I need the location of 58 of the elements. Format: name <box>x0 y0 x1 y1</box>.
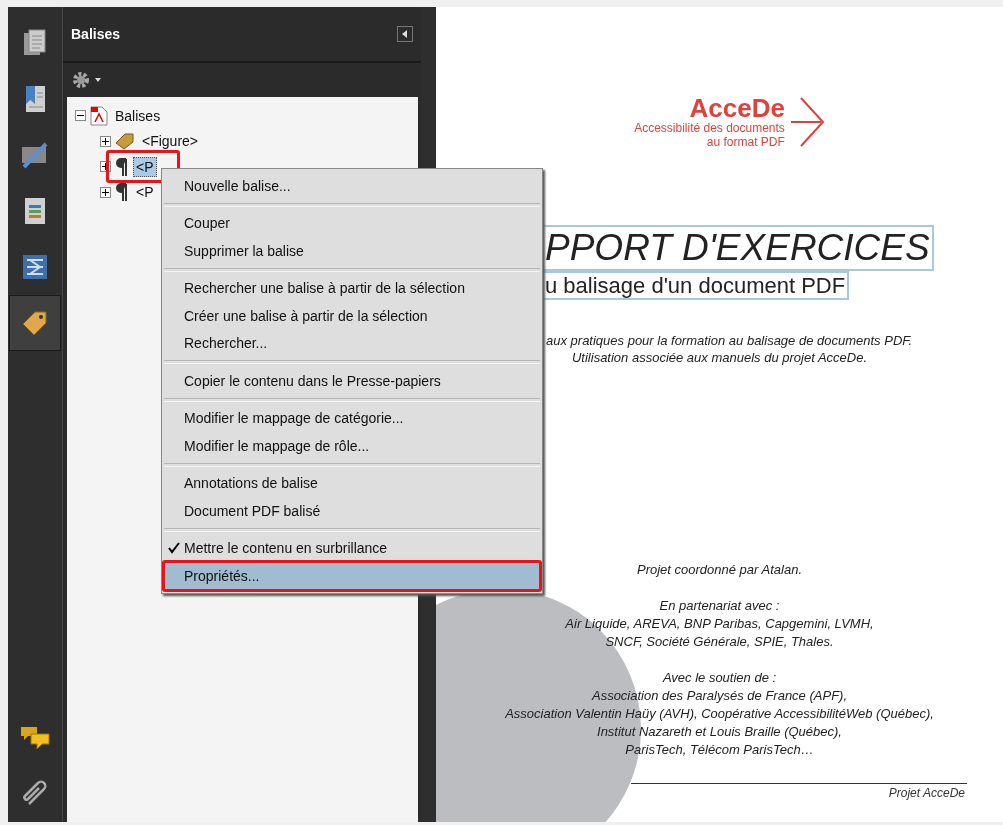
sidebar-tab[interactable] <box>9 295 61 351</box>
menu-item[interactable]: Modifier le mappage de rôle... <box>164 432 540 460</box>
expand-toggle[interactable] <box>100 161 111 173</box>
menu-item[interactable]: Supprimer la balise <box>164 237 540 265</box>
expand-toggle[interactable] <box>100 186 111 198</box>
pen-icon <box>20 141 50 169</box>
tag-icon <box>115 132 135 151</box>
menu-item[interactable]: Rechercher une balise à partir de la sélection <box>164 274 540 302</box>
tree-node-label[interactable]: <Figure> <box>139 131 202 152</box>
collapse-button[interactable] <box>397 26 413 42</box>
tree-node-label[interactable]: <P <box>133 182 157 203</box>
document-icon <box>23 197 47 225</box>
pilcrow-icon <box>115 156 129 177</box>
tree-node-label[interactable]: <P <box>133 156 157 177</box>
caret-icon <box>95 78 101 82</box>
expand-toggle[interactable] <box>75 110 86 122</box>
menu-item[interactable]: Modifier le mappage de catégorie... <box>164 404 540 432</box>
credit-line: Air Liquide, AREVA, BNP Paribas, Capgemini, LVMH, <box>565 615 874 633</box>
menu-item[interactable]: Mettre le contenu en surbrillance <box>164 534 540 562</box>
menu-item[interactable]: Rechercher... <box>164 329 540 357</box>
credit-line: Institut Nazareth et Louis Braille (Québec), <box>597 723 842 741</box>
menu-item[interactable]: Copier le contenu dans le Presse-papiers <box>164 367 540 395</box>
document-subtitle: u balisage d'un document PDF <box>541 271 850 300</box>
expand-toggle[interactable] <box>100 135 111 147</box>
logo-tagline: Accessibilité des documents <box>634 121 785 135</box>
triangle-icon <box>402 30 408 38</box>
menu-item[interactable]: Couper <box>164 209 540 237</box>
tree-node-label[interactable]: Balises <box>112 105 164 126</box>
credit-line: Avec le soutien de : <box>662 669 777 687</box>
options-button[interactable] <box>71 70 101 90</box>
credit-line: En partenariat avec : <box>659 597 780 615</box>
panel-title: Balises <box>71 26 121 42</box>
credit-line: Projet coordonné par Atalan. <box>637 561 802 579</box>
menu-item[interactable]: Nouvelle balise... <box>164 172 540 200</box>
credit-line: Association des Paralysés de France (APF), <box>591 687 848 705</box>
logo-name: AcceDe <box>689 95 785 121</box>
intro-line: Utilisation associée aux manuels du projet AcceDe. <box>571 349 868 366</box>
credit-line: SNCF, Société Générale, SPIE, Thales. <box>605 633 834 651</box>
menu-item[interactable]: Propriétés... <box>164 562 540 590</box>
plus-icon <box>102 137 109 145</box>
menu-item[interactable]: Annotations de balise <box>164 469 540 497</box>
plus-icon <box>102 163 109 171</box>
intro-line: aux pratiques pour la formation au balisage de documents PDF. <box>546 332 913 349</box>
document-title: PPORT D'EXERCICES <box>541 225 934 271</box>
bookmark-page-icon <box>23 85 47 113</box>
footer-text: Projet AcceDe <box>888 786 965 800</box>
logo-tagline: au format PDF <box>706 135 785 149</box>
menu-item[interactable]: Document PDF balisé <box>164 497 540 525</box>
credit-line: Association Valentin Haüy (AVH), Coopérative AccessibilitéWeb (Québec), <box>505 705 934 723</box>
pdf-file-icon <box>90 105 108 126</box>
plus-icon <box>102 188 109 196</box>
speech-bubbles-icon <box>20 726 50 750</box>
tag-icon <box>21 310 49 336</box>
menu-item[interactable]: Créer une balise à partir de la sélection <box>164 302 540 330</box>
pages-icon <box>23 29 47 57</box>
arrow-icon <box>788 96 825 148</box>
credit-line: ParisTech, Télécom ParisTech… <box>625 741 814 759</box>
pilcrow-icon <box>115 182 129 203</box>
